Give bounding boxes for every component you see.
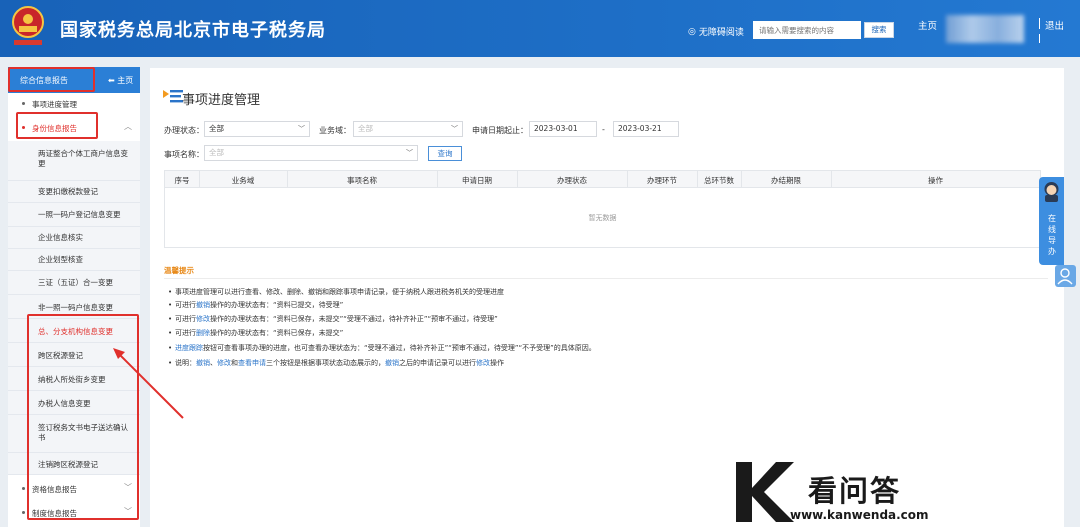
progress-table: 序号 业务域 事项名称 申请日期 办理状态 办理环节 总环节数 办结期限 操作 … — [164, 170, 1041, 248]
query-button[interactable]: 查询 — [428, 146, 462, 161]
page-title: 事项进度管理 — [182, 93, 261, 108]
tip-line: • 进度跟踪按钮可查看事项办理的进度，也可查看办理状态为：“受理不通过，待补齐补正… — [168, 344, 596, 352]
column-header: 操作 — [928, 176, 943, 185]
date-range-label: 申请日期起止： — [472, 126, 528, 135]
tip-line: • 事项进度管理可以进行查看、修改、删除、撤销和跟踪事项申请记录，便于纳税人跟进税… — [168, 288, 504, 296]
chevron-down-icon: ﹀ — [451, 125, 458, 133]
column-header: 业务域 — [231, 176, 255, 185]
sidebar-item-label: 事项进度管理 — [32, 100, 77, 109]
column-header: 办理环节 — [647, 176, 677, 185]
highlight-box — [8, 67, 95, 92]
watermark-text: 看问答 — [808, 474, 902, 508]
chevron-down-icon: ﹀ — [298, 125, 305, 133]
item-name-select[interactable]: 全部 ﹀ — [204, 145, 418, 161]
table-header: 序号 业务域 事项名称 申请日期 办理状态 办理环节 总环节数 办结期限 操作 — [165, 171, 1040, 188]
sidebar-subitem[interactable]: 变更扣缴税款登记 — [8, 181, 140, 203]
column-header: 序号 — [174, 176, 190, 185]
chevron-up-icon: ︿ — [124, 122, 132, 131]
logout-link[interactable]: 退出 — [1045, 18, 1064, 32]
column-header: 总环节数 — [704, 176, 734, 185]
empty-table-message: 暂无数据 — [588, 214, 617, 222]
bullet-icon — [22, 102, 25, 105]
user-support-icon — [1057, 268, 1073, 285]
date-to-input[interactable]: 2023-03-21 — [613, 121, 679, 137]
site-title: 国家税务总局北京市电子税务局 — [60, 20, 326, 41]
sidebar-subitem[interactable]: 一照一码户登记信息变更 — [8, 203, 140, 227]
highlight-box — [27, 314, 139, 520]
item-name-label: 事项名称： — [164, 150, 204, 159]
sidebar-subitem[interactable]: 企业划型核查 — [8, 249, 140, 271]
back-arrow-icon: ⬅ — [108, 76, 118, 85]
online-guide-label: 在线导办 — [1048, 214, 1056, 256]
domain-label: 业务域： — [319, 126, 351, 135]
column-header: 事项名称 — [347, 176, 377, 185]
user-info-blurred — [946, 15, 1024, 43]
tips-title: 温馨提示 — [164, 266, 194, 275]
header-divider — [1039, 18, 1040, 29]
tip-line: • 可进行修改操作的办理状态有：“资料已保存，未提交”“受理不通过，待补齐补正”“… — [168, 315, 498, 323]
column-header: 办结期限 — [771, 176, 801, 185]
tip-line: • 说明：撤销、修改和查看申请三个按钮是根据事项状态动态展示的，撤销之后的申请记录… — [168, 359, 504, 367]
list-icon — [163, 90, 183, 103]
tip-line: • 可进行撤销操作的办理状态有：“资料已提交，待受理” — [168, 301, 344, 309]
column-header: 办理状态 — [557, 176, 587, 185]
status-label: 办理状态： — [164, 126, 204, 135]
sidebar-subitem[interactable]: 三证（五证）合一变更 — [8, 271, 140, 295]
sidebar-home-link[interactable]: ⬅ 主页 — [108, 75, 133, 86]
date-from-input[interactable]: 2023-03-01 — [529, 121, 597, 137]
sidebar-subitem[interactable]: 两证整合个体工商户信息变更 — [8, 141, 140, 181]
home-link[interactable]: 主页 — [918, 18, 937, 32]
highlight-box — [16, 112, 98, 139]
chevron-down-icon: ﹀ — [406, 149, 413, 157]
tip-line: • 可进行删除操作的办理状态有：“资料已保存，未提交” — [168, 329, 344, 337]
tax-emblem-logo — [12, 6, 44, 45]
bullet-icon — [22, 511, 25, 514]
online-guide-widget[interactable]: 在线导办 — [1039, 177, 1064, 265]
bullet-icon — [22, 487, 25, 490]
accessibility-label: 无障碍阅读 — [698, 28, 744, 38]
eye-icon: ◎ — [688, 26, 696, 37]
sidebar-subitem[interactable]: 企业信息核实 — [8, 227, 140, 249]
domain-select[interactable]: 全部 ﹀ — [353, 121, 463, 137]
header-divider — [1039, 34, 1040, 43]
search-input[interactable] — [753, 21, 861, 39]
robot-avatar-icon — [1044, 182, 1059, 202]
search-button[interactable]: 搜索 — [864, 22, 894, 38]
column-header: 申请日期 — [462, 176, 492, 185]
watermark-url: www.kanwenda.com — [790, 508, 929, 522]
sidebar-item-progress[interactable]: 事项进度管理 — [8, 99, 140, 111]
tips-divider — [164, 278, 1048, 279]
date-separator: - — [602, 125, 605, 134]
customer-service-icon[interactable] — [1055, 265, 1076, 287]
top-header: 国家税务总局北京市电子税务局 ◎ 无障碍阅读 搜索 主页 退出 — [0, 0, 1080, 57]
status-select[interactable]: 全部 ﹀ — [204, 121, 310, 137]
accessibility-link[interactable]: ◎ 无障碍阅读 — [688, 25, 744, 39]
